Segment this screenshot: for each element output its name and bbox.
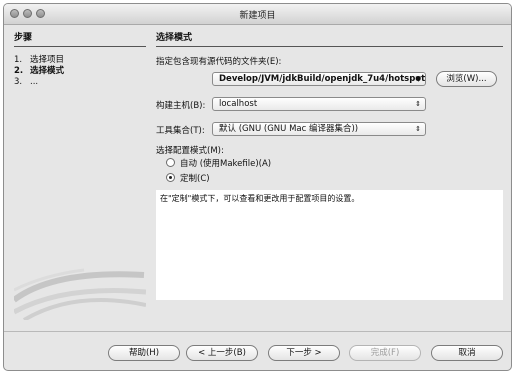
- main-panel: 选择模式 指定包含现有源代码的文件夹(E): Develop/JVM/jdkBu…: [156, 30, 503, 327]
- radio-custom-label[interactable]: 定制(C): [180, 172, 210, 184]
- footer-separator: [4, 331, 511, 332]
- browse-button[interactable]: 浏览(W)...: [436, 71, 497, 87]
- folder-select[interactable]: Develop/JVM/jdkBuild/openjdk_7u4/hotspot…: [212, 72, 426, 86]
- back-button[interactable]: < 上一步(B): [186, 345, 258, 361]
- help-button[interactable]: 帮助(H): [108, 345, 180, 361]
- main-header: 选择模式: [156, 30, 503, 47]
- next-button[interactable]: 下一步 >: [268, 345, 340, 361]
- step-number: 3.: [14, 77, 23, 87]
- finish-button[interactable]: 完成(F): [349, 345, 421, 361]
- title-bar: 新建项目: [4, 4, 511, 25]
- toolset-value: 默认 (GNU (GNU Mac 编译器集合)): [219, 124, 359, 134]
- step-number: 2.: [14, 66, 24, 76]
- radio-custom[interactable]: [166, 173, 175, 182]
- radio-auto-label[interactable]: 自动 (使用Makefile)(A): [180, 157, 271, 169]
- wizard-decoration-graphic: [14, 268, 146, 320]
- host-label: 构建主机(B):: [156, 101, 206, 111]
- step-item-current: 2. 选择模式: [14, 66, 146, 77]
- step-label: ...: [30, 77, 39, 87]
- steps-list: 1. 选择项目 2. 选择模式 3. ...: [14, 55, 146, 88]
- cancel-button[interactable]: 取消: [431, 345, 503, 361]
- step-item: 1. 选择项目: [14, 55, 146, 66]
- updown-arrows-icon: ⇕: [415, 100, 421, 108]
- step-number: 1.: [14, 55, 23, 65]
- description-box: 在"定制"模式下，可以查看和更改用于配置项目的设置。: [156, 190, 503, 300]
- folder-label: 指定包含现有源代码的文件夹(E):: [156, 57, 282, 67]
- radio-auto[interactable]: [166, 158, 175, 167]
- window-title: 新建项目: [239, 11, 276, 21]
- step-item: 3. ...: [14, 77, 146, 88]
- steps-header: 步骤: [14, 30, 146, 47]
- folder-value: Develop/JVM/jdkBuild/openjdk_7u4/hotspot: [219, 74, 426, 84]
- config-mode-label: 选择配置模式(M):: [156, 146, 224, 156]
- step-label: 选择模式: [30, 66, 65, 76]
- chevron-down-icon: ▼: [415, 75, 421, 83]
- host-value: localhost: [219, 99, 258, 109]
- steps-panel: 步骤 1. 选择项目 2. 选择模式 3. ...: [14, 30, 146, 320]
- host-select[interactable]: localhost ⇕: [212, 97, 426, 111]
- step-label: 选择项目: [30, 55, 65, 65]
- toolset-select[interactable]: 默认 (GNU (GNU Mac 编译器集合)) ⇕: [212, 122, 426, 136]
- new-project-window: 新建项目 步骤 1. 选择项目 2. 选择模式 3. ... 选择模式 指定包含…: [3, 3, 512, 371]
- toolset-label: 工具集合(T):: [156, 126, 205, 136]
- updown-arrows-icon: ⇕: [415, 125, 421, 133]
